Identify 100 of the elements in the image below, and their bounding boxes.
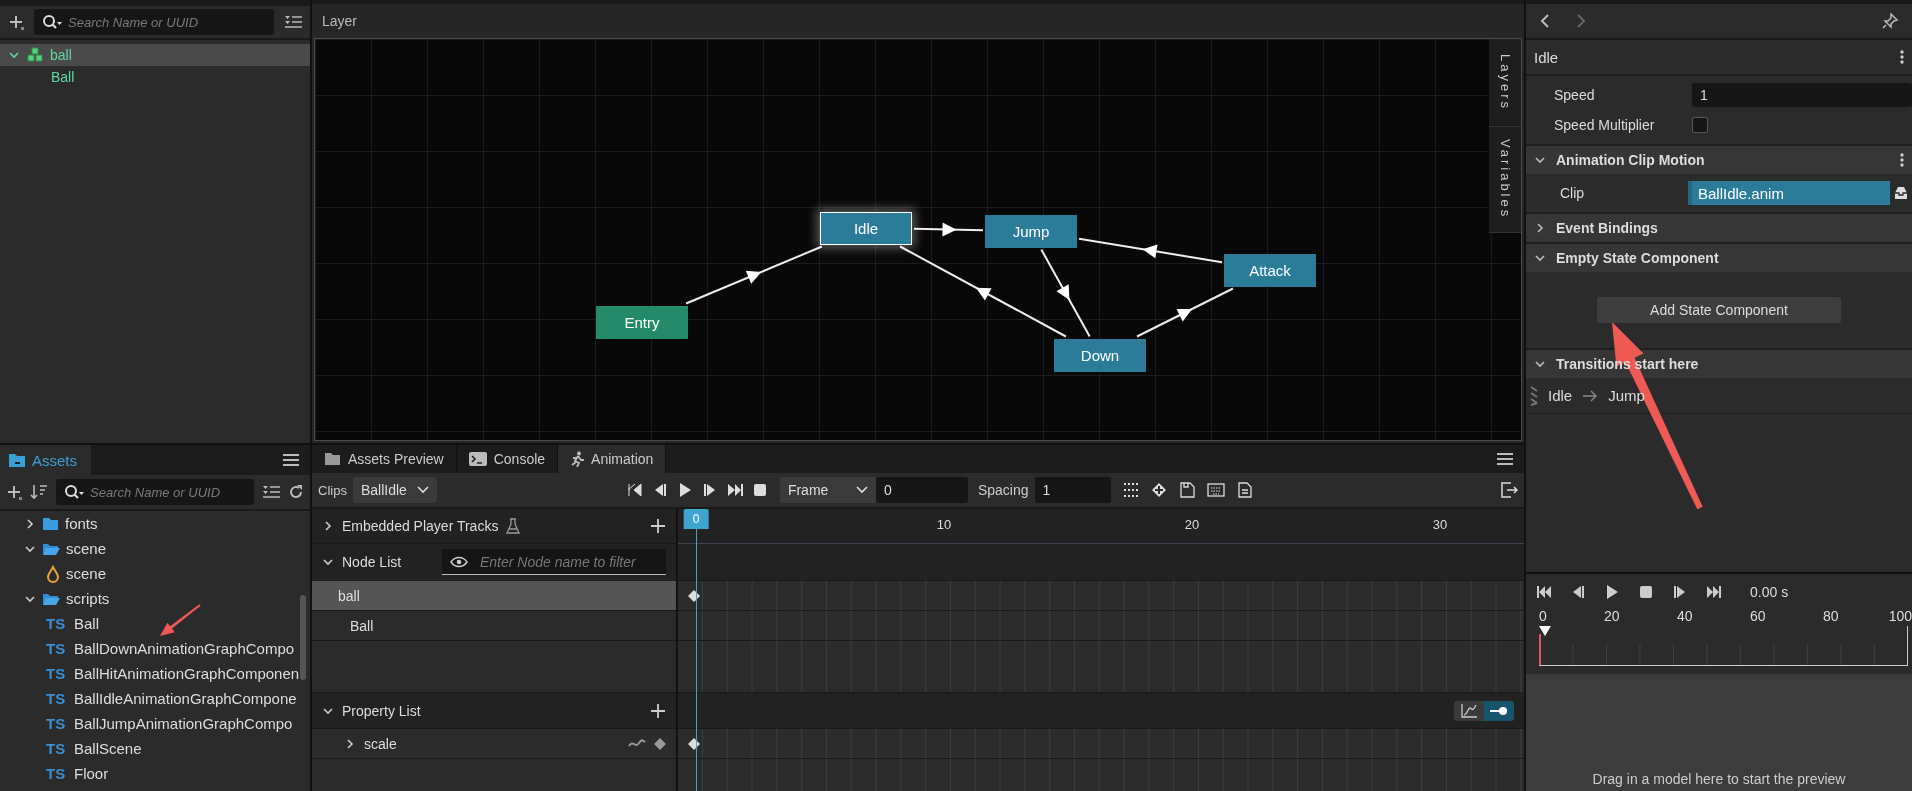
timeline-ruler[interactable]: 0 10 20 30 — [678, 509, 1524, 544]
sort-icon[interactable] — [30, 484, 48, 500]
side-tab[interactable]: Variables — [1489, 127, 1521, 233]
add-icon[interactable] — [8, 14, 24, 30]
dot-grid-icon[interactable] — [1122, 482, 1139, 498]
keyframe-icon[interactable] — [654, 737, 666, 750]
side-tab[interactable]: Layers — [1489, 39, 1521, 127]
refresh-icon[interactable] — [288, 484, 304, 500]
exit-icon[interactable] — [1500, 481, 1518, 499]
view-mode-toggle[interactable] — [1484, 700, 1514, 721]
tree-item[interactable]: TS BallIdleAnimationGraphCompone — [0, 686, 310, 711]
tree-item[interactable]: fonts — [0, 511, 310, 536]
forward-icon[interactable] — [1576, 13, 1586, 29]
spacing-input[interactable]: 1 — [1034, 477, 1111, 503]
dropdown-caret-icon — [855, 486, 868, 494]
tree-item[interactable]: scripts — [0, 586, 310, 611]
chevron-down-icon[interactable] — [1534, 154, 1546, 166]
state-node[interactable]: Entry — [596, 305, 688, 339]
current-frame-marker: 0 — [683, 509, 709, 529]
clip-asset-field[interactable]: BallIdle.anim — [1688, 181, 1890, 205]
tree-item[interactable]: scene — [0, 536, 310, 561]
skip-to-start-icon[interactable] — [1536, 584, 1552, 600]
clip-dropdown[interactable]: BallIdle — [352, 477, 437, 503]
keyframe-track[interactable] — [678, 729, 1524, 759]
play-icon[interactable] — [1604, 584, 1620, 600]
add-state-component-button[interactable]: Add State Component — [1597, 297, 1841, 323]
stop-icon[interactable] — [1638, 584, 1654, 600]
menu-icon[interactable] — [1496, 452, 1514, 466]
checkbox[interactable] — [1692, 117, 1708, 133]
view-mode-toggle[interactable] — [1454, 700, 1484, 721]
tree-item[interactable]: TS BallScene — [0, 736, 310, 761]
transition-arrow[interactable] — [1040, 248, 1091, 338]
search-field[interactable]: Search Name or UUID — [56, 479, 254, 505]
transition-arrow[interactable] — [913, 222, 984, 237]
keyframe-track[interactable] — [678, 641, 1524, 693]
transition-arrow[interactable] — [685, 245, 823, 305]
tray-icon[interactable] — [1894, 186, 1908, 200]
frame-input[interactable]: 0 — [875, 477, 968, 503]
stop-icon[interactable] — [751, 482, 768, 498]
chevron-down-icon[interactable] — [8, 49, 20, 61]
tree-item[interactable]: TS BallDownAnimationGraphCompo — [0, 636, 310, 661]
tree-item[interactable]: scene — [0, 561, 310, 586]
document-icon[interactable] — [1236, 482, 1253, 498]
skip-to-end-icon[interactable] — [726, 482, 743, 498]
add-icon[interactable] — [650, 702, 666, 719]
chevron-right-icon[interactable] — [344, 737, 356, 750]
back-icon[interactable] — [1540, 13, 1550, 29]
add-icon[interactable] — [650, 518, 666, 534]
file-type-label: TS — [46, 615, 67, 632]
transition-arrow[interactable] — [899, 245, 1067, 338]
file-type-label: TS — [46, 765, 67, 782]
clips-label: Clips — [318, 482, 347, 498]
chevron-right-icon[interactable] — [24, 517, 36, 530]
assets-tab[interactable]: Assets — [0, 445, 91, 475]
add-icon[interactable] — [6, 484, 22, 500]
tree-item[interactable]: ball — [0, 44, 310, 66]
state-title: Idle — [1534, 48, 1559, 66]
speed-input[interactable]: 1 — [1692, 83, 1912, 107]
curve-graph-icon — [1461, 703, 1477, 718]
node-list-item[interactable]: ball — [312, 581, 676, 611]
keyframe-track[interactable] — [678, 611, 1524, 641]
transition-arrow[interactable] — [1078, 237, 1223, 264]
menu-icon[interactable] — [282, 453, 300, 467]
state-node[interactable]: Jump — [985, 214, 1077, 248]
pin-icon[interactable] — [1882, 13, 1898, 29]
keyboard-icon[interactable] — [1206, 482, 1225, 498]
keyframe-diamond-icon[interactable] — [1150, 482, 1167, 498]
tree-item[interactable]: Ball — [0, 66, 310, 88]
chevron-down-icon[interactable] — [1534, 358, 1546, 370]
section-title: Empty State Component — [1556, 250, 1719, 266]
state-node[interactable]: Idle — [820, 211, 912, 245]
frame-mode-dropdown[interactable]: Frame — [779, 477, 876, 503]
property-item[interactable]: scale — [312, 729, 676, 759]
tree-item[interactable]: TS Floor — [0, 761, 310, 786]
tree-item[interactable]: TS BallHitAnimationGraphComponen — [0, 661, 310, 686]
transition-arrow[interactable] — [1136, 287, 1234, 338]
save-icon[interactable] — [1178, 482, 1195, 498]
search-field[interactable]: Search Name or UUID — [34, 9, 274, 35]
chevron-down-icon[interactable] — [1534, 252, 1546, 264]
panel-tab[interactable]: Animation — [558, 445, 667, 473]
scrollbar[interactable] — [300, 595, 306, 680]
preview-timeline[interactable] — [1539, 626, 1908, 666]
state-node[interactable]: Down — [1054, 338, 1146, 372]
node-list-item[interactable]: Ball — [312, 611, 676, 641]
more-icon[interactable] — [1900, 152, 1904, 168]
chevron-down-icon[interactable] — [322, 556, 334, 568]
filter-list-icon[interactable] — [262, 485, 280, 499]
skip-to-end-icon[interactable] — [1706, 584, 1722, 600]
chevron-right-icon[interactable] — [1534, 222, 1546, 234]
tree-item[interactable]: TS Ball — [0, 611, 310, 636]
filter-list-icon[interactable] — [284, 15, 302, 29]
more-icon[interactable] — [1900, 49, 1904, 65]
chevron-right-icon[interactable] — [322, 520, 334, 532]
playhead-icon[interactable] — [1539, 626, 1551, 636]
state-node[interactable]: Attack — [1224, 253, 1316, 287]
keyframe-track[interactable] — [678, 581, 1524, 611]
node-filter-field[interactable]: Enter Node name to filter — [442, 549, 666, 575]
tree-item[interactable]: TS BallJumpAnimationGraphCompo — [0, 711, 310, 736]
skip-to-start-icon[interactable] — [626, 482, 643, 498]
keyframe-track[interactable] — [678, 759, 1524, 791]
